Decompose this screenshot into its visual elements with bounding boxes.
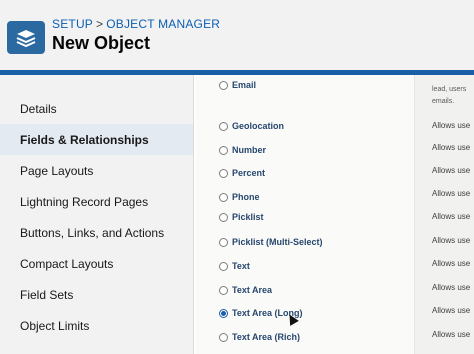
breadcrumb-object-manager-link[interactable]: OBJECT MANAGER [106,17,220,31]
sidebar-item-details[interactable]: Details [0,93,193,124]
radio-button[interactable] [219,168,228,178]
data-type-option-picklist[interactable]: Picklist [219,209,264,225]
description-text: Allows use [432,306,471,315]
description-text: Allows use [432,283,471,292]
description-text: Allows use [432,166,471,175]
data-type-label: Geolocation [232,121,285,131]
description-text: Allows use [432,236,471,245]
data-type-label: Picklist [232,212,264,222]
data-type-label: Text Area (Rich) [232,332,301,342]
data-type-option-text-area[interactable]: Text Area [219,282,272,298]
layers-icon [7,21,45,54]
page-title: New Object [52,33,151,53]
sidebar-item-field-sets[interactable]: Field Sets [0,279,193,310]
data-type-option-number[interactable]: Number [219,142,266,158]
breadcrumb-separator: > [96,17,104,31]
description-text: Allows use [432,212,471,221]
radio-button[interactable] [219,80,228,90]
sidebar-item-lightning-record-pages[interactable]: Lightning Record Pages [0,186,193,217]
data-type-label: Text [232,261,250,271]
radio-button[interactable] [219,212,228,222]
data-type-option-email[interactable]: Email [219,77,256,93]
radio-button[interactable] [219,285,228,295]
breadcrumb-setup-link[interactable]: SETUP [52,17,93,31]
radio-button[interactable] [219,192,228,202]
radio-button-selected[interactable] [219,308,228,318]
radio-button[interactable] [219,261,228,271]
description-text: Allows use [432,121,471,130]
sidebar-item-page-layouts[interactable]: Page Layouts [0,155,193,186]
radio-button[interactable] [219,237,228,247]
data-type-option-phone[interactable]: Phone [219,189,260,205]
sidebar-item-compact-layouts[interactable]: Compact Layouts [0,248,193,279]
sidebar-item-buttons-links-actions[interactable]: Buttons, Links, and Actions [0,217,193,248]
radio-button[interactable] [219,121,228,131]
data-type-option-percent[interactable]: Percent [219,165,265,181]
data-type-option-text-area-rich[interactable]: Text Area (Rich) [219,329,300,345]
description-text: lead, users [432,86,467,93]
radio-button[interactable] [219,145,228,155]
description-text: Allows use [432,259,471,268]
data-type-label: Percent [232,168,266,178]
data-type-label: Phone [232,192,260,202]
sidebar-item-fields-relationships[interactable]: Fields & Relationships [0,124,193,155]
sidebar-item-object-limits[interactable]: Object Limits [0,310,193,341]
data-type-option-picklist-multi-select[interactable]: Picklist (Multi-Select) [219,234,323,250]
data-type-option-geolocation[interactable]: Geolocation [219,118,284,134]
data-type-option-text[interactable]: Text [219,258,250,274]
page-header: SETUP > OBJECT MANAGER New Object [0,0,474,71]
data-type-label: Picklist (Multi-Select) [232,237,323,247]
description-text: Allows use [432,330,471,339]
data-type-label: Number [232,145,267,155]
description-text: Allows use [432,143,471,152]
data-type-label: Email [232,80,257,90]
radio-button[interactable] [219,332,228,342]
sidebar: Details Fields & Relationships Page Layo… [0,75,194,354]
data-type-label: Text Area [232,285,273,295]
breadcrumb: SETUP > OBJECT MANAGER [52,17,220,31]
description-text: Allows use [432,189,471,198]
description-text: emails. [432,98,455,105]
